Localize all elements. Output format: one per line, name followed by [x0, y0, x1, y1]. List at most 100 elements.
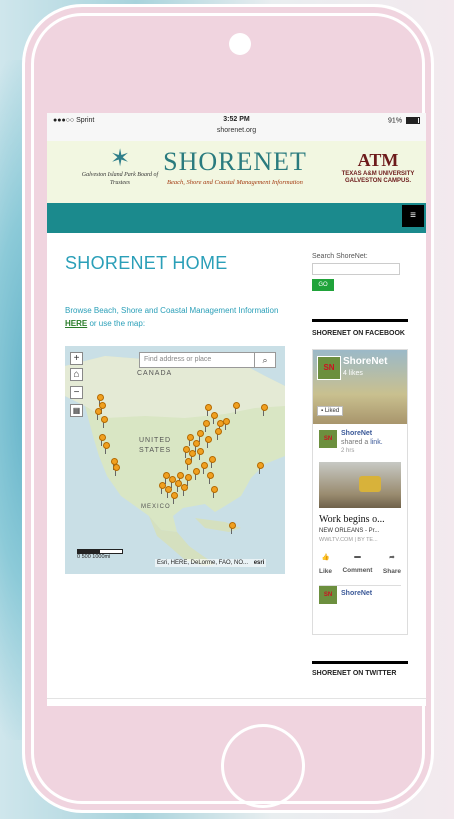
map-basemap: [65, 346, 285, 574]
map-label-mexico: MEXICO: [141, 504, 171, 510]
map-marker-pin[interactable]: [165, 486, 172, 493]
fb-post-shared-link[interactable]: link.: [370, 439, 382, 446]
search-label: Search ShoreNet:: [312, 253, 368, 260]
map-marker-pin[interactable]: [193, 468, 200, 475]
map-marker-pin[interactable]: [211, 412, 218, 419]
map-marker-pin[interactable]: [193, 440, 200, 447]
map-search-icon[interactable]: ⌕: [254, 352, 276, 368]
clock: 3:52 PM: [223, 116, 250, 123]
battery-icon: [406, 117, 420, 124]
fb-post-photo[interactable]: [319, 462, 401, 508]
phone-screen: ●●●○○ Sprint 3:52 PM shorenet.org 91% ✶ …: [47, 113, 426, 706]
fb-comment-label: Comment: [342, 567, 373, 574]
map-marker-pin[interactable]: [197, 430, 204, 437]
esri-logo[interactable]: esri: [254, 560, 265, 566]
site-title[interactable]: SHORENET: [145, 147, 325, 177]
map-marker-pin[interactable]: [185, 458, 192, 465]
sidebar: Search ShoreNet: GO SHORENET ON FACEBOOK…: [312, 253, 412, 635]
map-marker-pin[interactable]: [101, 416, 108, 423]
map-marker-pin[interactable]: [103, 442, 110, 449]
fb-post-avatar[interactable]: SN: [319, 430, 337, 448]
fb-next-avatar[interactable]: SN: [319, 586, 337, 604]
map-marker-pin[interactable]: [99, 434, 106, 441]
map-marker-pin[interactable]: [95, 408, 102, 415]
map-marker-pin[interactable]: [187, 434, 194, 441]
tamu-text: TEXAS A&M UNIVERSITY GALVESTON CAMPUS.: [341, 171, 415, 184]
fb-post-actions: 👍 Like ▬ Comment ➦ Share: [319, 553, 401, 575]
fb-next-post: SN ShoreNet: [319, 585, 401, 614]
fb-like-button[interactable]: 👍 Like: [319, 553, 332, 575]
map-marker-pin[interactable]: [185, 474, 192, 481]
fb-post-headline[interactable]: Work begins o...: [319, 514, 401, 525]
map-marker-pin[interactable]: [203, 420, 210, 427]
map-marker-pin[interactable]: [189, 450, 196, 457]
zoom-in-button[interactable]: +: [70, 352, 83, 365]
fb-comment-button[interactable]: ▬ Comment: [342, 553, 372, 575]
go-button[interactable]: GO: [312, 279, 334, 291]
map-marker-pin[interactable]: [211, 486, 218, 493]
fb-next-author[interactable]: ShoreNet: [341, 590, 372, 597]
map-marker-pin[interactable]: [205, 404, 212, 411]
main-content: SHORENET HOME Browse Beach, Shore and Co…: [65, 253, 290, 574]
map-marker-pin[interactable]: [201, 462, 208, 469]
fb-like-icon: ▪: [321, 408, 324, 414]
status-bar: ●●●○○ Sprint 3:52 PM shorenet.org 91%: [47, 113, 426, 141]
fb-post-header: SN ShoreNet shared a link. 2 hrs: [319, 430, 401, 458]
browse-here-link[interactable]: HERE: [65, 319, 87, 328]
fb-post-time[interactable]: 2 hrs: [341, 448, 354, 454]
map-marker-pin[interactable]: [261, 404, 268, 411]
map-marker-pin[interactable]: [181, 484, 188, 491]
search-input[interactable]: [312, 263, 400, 275]
intro-rest: or use the map:: [87, 319, 146, 328]
map-marker-pin[interactable]: [113, 464, 120, 471]
fb-page-avatar[interactable]: SN: [317, 356, 341, 380]
map-marker-pin[interactable]: [163, 472, 170, 479]
map-marker-pin[interactable]: [197, 448, 204, 455]
site-banner[interactable]: ✶ Galveston Island Park Board of Trustee…: [47, 141, 426, 203]
home-extent-button[interactable]: ⌂: [70, 368, 83, 381]
map-attribution: Esri, HERE, DeLorme, FAO, NO... esri: [155, 559, 267, 567]
footer-divider: [47, 698, 426, 699]
interactive-map[interactable]: CANADA UNITED STATES MEXICO + ⌂ − ▦ Find…: [65, 346, 285, 574]
map-marker-pin[interactable]: [223, 418, 230, 425]
fb-post-shared: shared a link.: [341, 439, 383, 446]
map-marker-pin[interactable]: [229, 522, 236, 529]
fb-page-name[interactable]: ShoreNet: [343, 356, 387, 367]
fb-post-shared-prefix: shared a: [341, 439, 371, 446]
map-marker-pin[interactable]: [257, 462, 264, 469]
fb-like-label: Like: [319, 568, 333, 575]
tamu-mark: ATM: [357, 150, 399, 170]
fb-liked-button[interactable]: ▪ Liked: [317, 406, 344, 416]
tamu-logo[interactable]: ATM TEXAS A&M UNIVERSITY GALVESTON CAMPU…: [333, 149, 423, 185]
page-title: SHORENET HOME: [65, 253, 228, 273]
fb-share-button[interactable]: ➦ Share: [383, 553, 401, 575]
map-label-canada: CANADA: [137, 370, 173, 377]
map-marker-pin[interactable]: [209, 456, 216, 463]
map-marker-pin[interactable]: [207, 472, 214, 479]
map-marker-pin[interactable]: [97, 394, 104, 401]
facebook-widget-title: SHORENET ON FACEBOOK: [312, 330, 405, 337]
map-marker-pin[interactable]: [183, 446, 190, 453]
map-scale-text: 0 500 1000mi: [77, 554, 111, 560]
map-marker-pin[interactable]: [233, 402, 240, 409]
twitter-widget-title: SHORENET ON TWITTER: [312, 670, 397, 677]
twitter-divider: [312, 661, 408, 664]
map-marker-pin[interactable]: [215, 428, 222, 435]
address-bar-url[interactable]: shorenet.org: [47, 127, 426, 134]
facebook-cover[interactable]: SN ShoreNet 4 likes ▪ Liked: [313, 350, 407, 424]
map-marker-pin[interactable]: [177, 472, 184, 479]
zoom-out-button[interactable]: −: [70, 386, 83, 399]
thumbs-up-icon: 👍: [321, 554, 330, 561]
map-search-input[interactable]: Find address or place: [139, 352, 255, 368]
intro-line: Browse Beach, Shore and Coastal Manageme…: [65, 306, 279, 315]
hamburger-menu-icon[interactable]: ≡: [402, 205, 424, 227]
basemap-toggle-icon[interactable]: ▦: [70, 404, 83, 417]
map-marker-pin[interactable]: [205, 436, 212, 443]
fb-post-source: WWLTV.COM | BY TE...: [319, 537, 378, 543]
fb-post-author[interactable]: ShoreNet: [341, 430, 372, 437]
facebook-widget[interactable]: SN ShoreNet 4 likes ▪ Liked SN ShoreNet …: [312, 349, 408, 635]
phone-home-button[interactable]: [221, 724, 305, 808]
widget-divider: [312, 319, 408, 322]
map-marker-pin[interactable]: [171, 492, 178, 499]
intro-text: Browse Beach, Shore and Coastal Manageme…: [65, 304, 290, 330]
